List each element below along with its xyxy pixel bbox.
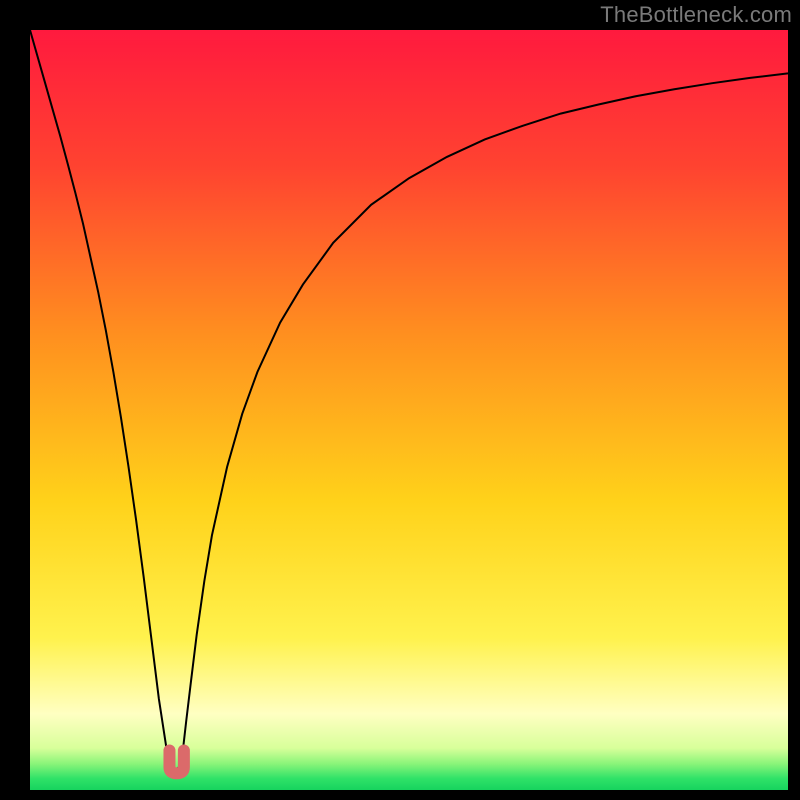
chart-background-gradient	[30, 30, 788, 790]
chart-svg	[30, 30, 788, 790]
chart-plot-area	[30, 30, 788, 790]
watermark-text: TheBottleneck.com	[600, 2, 792, 28]
outer-frame: TheBottleneck.com	[0, 0, 800, 800]
